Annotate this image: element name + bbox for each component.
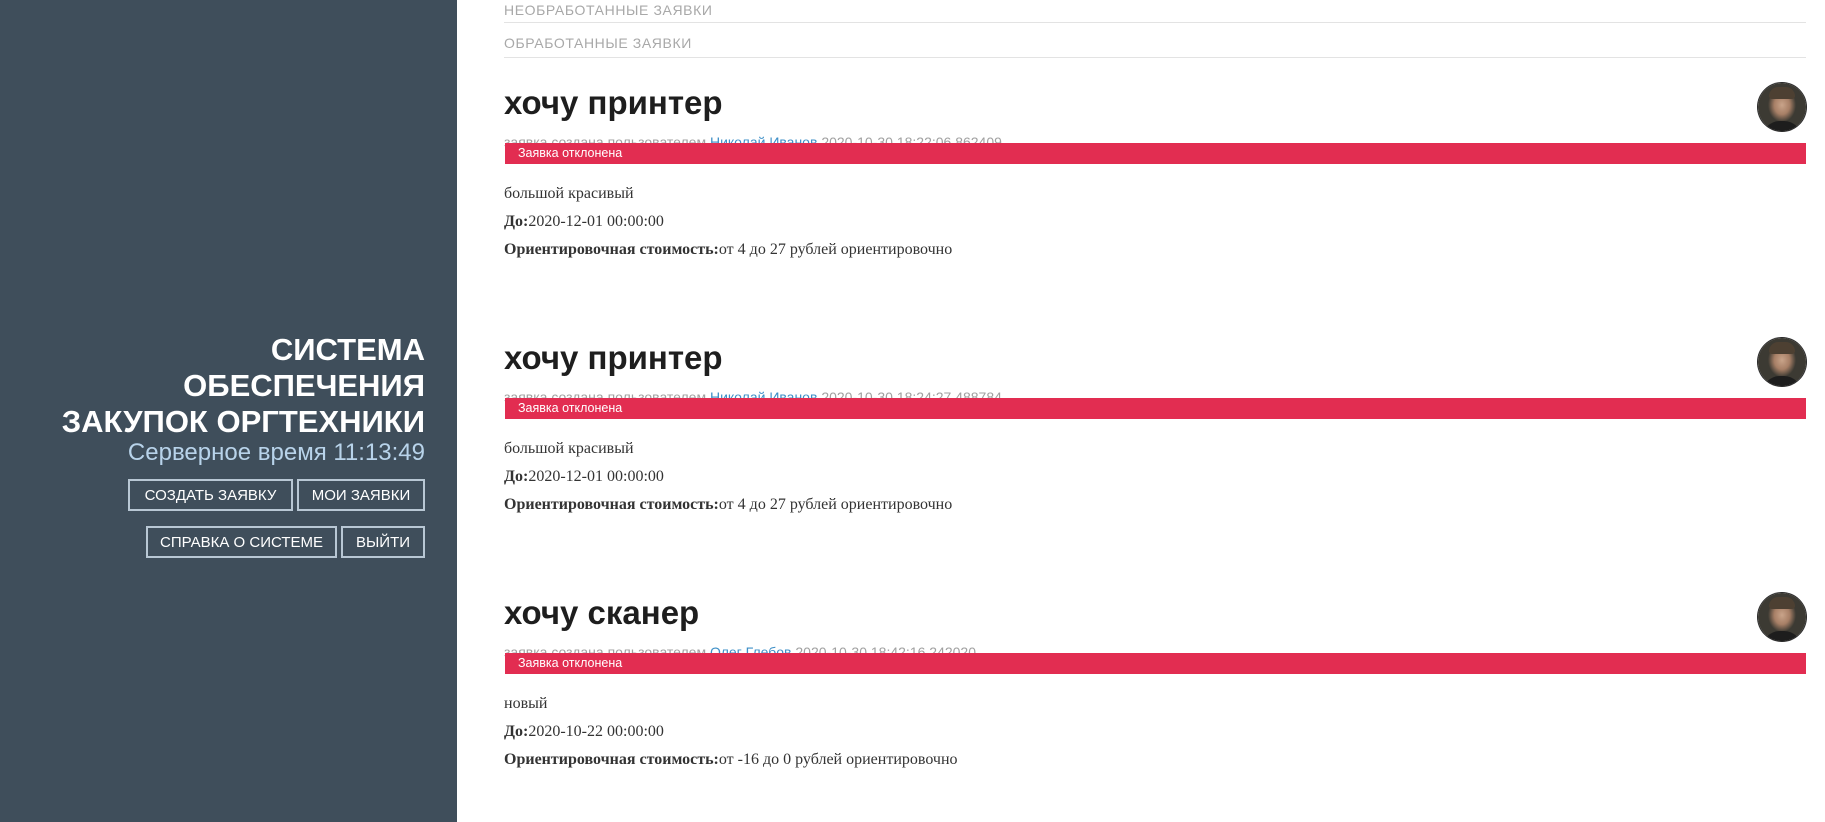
request-description: новый — [504, 695, 548, 712]
tab-unprocessed-requests[interactable]: НЕОБРАБОТАННЫЕ ЗАЯВКИ — [504, 0, 1806, 23]
request-deadline: До:2020-12-01 00:00:00 — [504, 468, 664, 486]
deadline-value: 2020-10-22 00:00:00 — [528, 723, 664, 740]
user-avatar — [1758, 338, 1806, 386]
system-help-button[interactable]: СПРАВКА О СИСТЕМЕ — [146, 526, 337, 558]
cost-value: от 4 до 27 рублей ориентировочно — [718, 496, 953, 513]
deadline-label: До: — [504, 723, 529, 740]
request-title: хочу принтер — [504, 339, 723, 376]
tab-processed-requests[interactable]: ОБРАБОТАННЫЕ ЗАЯВКИ — [504, 23, 1806, 58]
request-deadline: До:2020-12-01 00:00:00 — [504, 213, 664, 231]
request-title: хочу принтер — [504, 84, 723, 121]
system-title-line-2: ОБЕСПЕЧЕНИЯ — [183, 368, 425, 403]
main-content: НЕОБРАБОТАННЫЕ ЗАЯВКИ ОБРАБОТАННЫЕ ЗАЯВК… — [504, 0, 1806, 768]
server-time: Серверное время 11:13:49 — [127, 439, 425, 466]
cost-label: Ориентировочная стоимость: — [504, 241, 719, 258]
create-request-button[interactable]: СОЗДАТЬ ЗАЯВКУ — [128, 479, 293, 511]
deadline-label: До: — [504, 468, 529, 485]
deadline-value: 2020-12-01 00:00:00 — [528, 213, 664, 230]
request-cost: Ориентировочная стоимость:от 4 до 27 руб… — [504, 496, 952, 514]
system-title-line-3: ЗАКУПОК ОРГТЕХНИКИ — [61, 404, 425, 439]
cost-value: от 4 до 27 рублей ориентировочно — [718, 241, 953, 258]
request-card: хочу принтер заявка создана пользователе… — [504, 338, 1806, 548]
cost-label: Ориентировочная стоимость: — [504, 751, 719, 768]
status-badge: Заявка отклонена — [505, 398, 1806, 419]
user-avatar — [1758, 83, 1806, 131]
deadline-value: 2020-12-01 00:00:00 — [528, 468, 664, 485]
request-description: большой красивый — [504, 440, 634, 457]
request-card: хочу сканер заявка создана пользователем… — [504, 593, 1806, 803]
deadline-label: До: — [504, 213, 529, 230]
request-cost: Ориентировочная стоимость:от 4 до 27 руб… — [504, 241, 952, 259]
cost-label: Ориентировочная стоимость: — [504, 496, 719, 513]
user-avatar — [1758, 593, 1806, 641]
request-title: хочу сканер — [504, 594, 700, 631]
cost-value: от -16 до 0 рублей ориентировочно — [718, 751, 958, 768]
request-card: хочу принтер заявка создана пользователе… — [504, 83, 1806, 293]
my-requests-button[interactable]: МОИ ЗАЯВКИ — [297, 479, 425, 511]
request-tabs: НЕОБРАБОТАННЫЕ ЗАЯВКИ ОБРАБОТАННЫЕ ЗАЯВК… — [504, 0, 1806, 58]
request-description: большой красивый — [504, 185, 634, 202]
sidebar: СИСТЕМА ОБЕСПЕЧЕНИЯ ЗАКУПОК ОРГТЕХНИКИ С… — [0, 0, 457, 822]
sidebar-actions-row-1: СОЗДАТЬ ЗАЯВКУ МОИ ЗАЯВКИ — [128, 479, 425, 511]
system-title: СИСТЕМА ОБЕСПЕЧЕНИЯ ЗАКУПОК ОРГТЕХНИКИ — [5, 332, 425, 440]
status-badge: Заявка отклонена — [505, 143, 1806, 164]
sidebar-actions-row-2: СПРАВКА О СИСТЕМЕ ВЫЙТИ — [146, 526, 425, 558]
system-title-line-1: СИСТЕМА — [270, 332, 425, 367]
status-badge: Заявка отклонена — [505, 653, 1806, 674]
request-deadline: До:2020-10-22 00:00:00 — [504, 723, 664, 741]
logout-button[interactable]: ВЫЙТИ — [341, 526, 425, 558]
request-cost: Ориентировочная стоимость:от -16 до 0 ру… — [504, 751, 958, 769]
